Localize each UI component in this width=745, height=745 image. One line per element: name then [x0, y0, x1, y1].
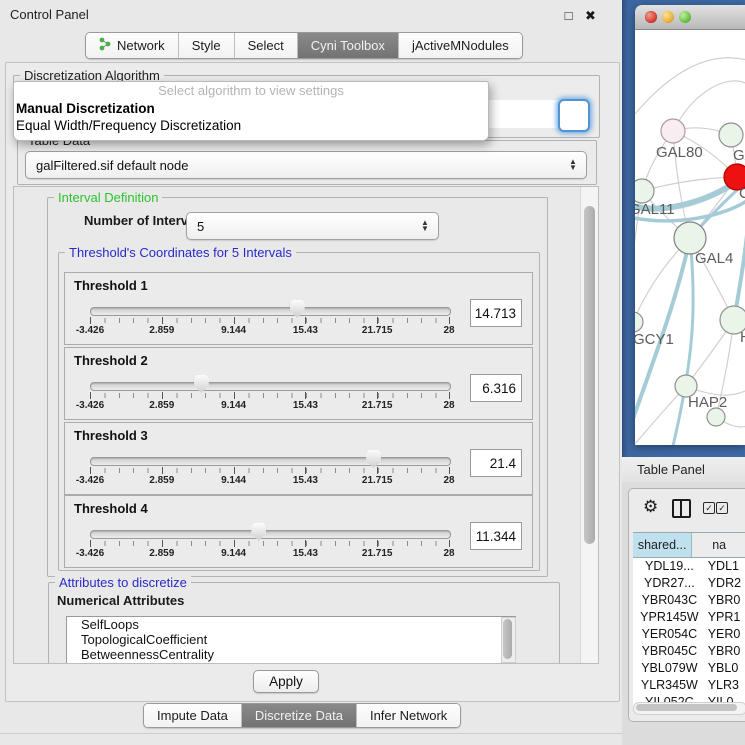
table-row[interactable]: YPR145WYPR1 [633, 609, 745, 626]
close-panel-icon[interactable]: ✖ [584, 9, 597, 22]
number-of-intervals-combo[interactable]: 5 ▲▼ [186, 212, 439, 240]
network-node-GAL11[interactable] [635, 179, 654, 203]
network-window-titlebar[interactable] [635, 5, 745, 30]
threshold-label: Threshold 3 [74, 428, 148, 443]
network-node-label: GAL4 [695, 250, 733, 267]
column-header-shared-name[interactable]: shared... [633, 533, 692, 557]
network-canvas[interactable]: GAL80 GA C GAL11 GAL4 GCY1 H HAP2 [635, 30, 745, 445]
slider-major-ticks [90, 392, 449, 400]
table-panel-title: Table Panel [637, 462, 705, 477]
tab-style[interactable]: Style [179, 33, 235, 58]
threshold-row-4: Threshold 4 -3.4262.8599.14415.4321.71528… [64, 495, 533, 568]
table-browser-panel: ⚙ ✓ ✓ shared... na YDL19...YDL1YDR27...Y… [628, 488, 745, 722]
network-node-GAL80[interactable] [661, 119, 685, 143]
settings-scrollpane: Interval Definition Number of Intervals … [13, 186, 599, 664]
slider-tick-labels: -3.4262.8599.14415.4321.71528 [90, 325, 449, 337]
tab-cyni-toolbox[interactable]: Cyni Toolbox [298, 33, 399, 58]
network-view-window: GAL80 GA C GAL11 GAL4 GCY1 H HAP2 [635, 5, 745, 445]
network-node-label: GCY1 [635, 331, 674, 348]
combo-stepper-icon: ▲▼ [566, 159, 580, 171]
threshold-label: Threshold 4 [74, 501, 148, 516]
tab-infer-network[interactable]: Infer Network [357, 704, 460, 727]
network-node-label: GAL80 [656, 144, 703, 161]
tab-discretize-data[interactable]: Discretize Data [242, 704, 357, 727]
slider-tick-labels: -3.4262.8599.14415.4321.71528 [90, 475, 449, 487]
table-row[interactable]: YBL079WYBL0 [633, 660, 745, 677]
threshold-label: Threshold 1 [74, 278, 148, 293]
numerical-attributes-heading: Numerical Attributes [57, 593, 184, 608]
network-node-label: H [740, 329, 745, 346]
apply-button[interactable]: Apply [253, 670, 319, 693]
interval-definition-title: Interval Definition [54, 190, 162, 205]
threshold-label: Threshold 2 [74, 353, 148, 368]
columns-icon[interactable] [672, 499, 691, 518]
node-table: shared... na YDL19...YDL1YDR27...YDR2YBR… [633, 532, 745, 711]
settings-scrollbar[interactable] [580, 187, 598, 663]
tab-impute-data[interactable]: Impute Data [144, 704, 242, 727]
algorithm-option-equal-width[interactable]: Equal Width/Frequency Discretization [14, 117, 488, 134]
algorithm-popup-hint: Select algorithm to view settings [14, 82, 488, 100]
control-panel-titlebar: Control Panel □ ✖ [0, 0, 622, 28]
numerical-attributes-list[interactable]: SelfLoopsTopologicalCoefficientBetweenne… [66, 616, 516, 664]
threshold-row-1: Threshold 1 -3.4262.8599.14415.4321.71528… [64, 272, 533, 345]
network-node-label: GAL11 [635, 201, 675, 218]
threshold-value-field[interactable]: 14.713 [470, 299, 522, 327]
minimize-window-icon[interactable] [662, 11, 674, 23]
threshold-slider-track[interactable] [90, 457, 451, 466]
slider-tick-labels: -3.4262.8599.14415.4321.71528 [90, 548, 449, 560]
slider-major-ticks [90, 467, 449, 475]
algorithm-dropdown-popup: Select algorithm to view settings Manual… [13, 81, 489, 141]
algorithm-option-manual[interactable]: Manual Discretization [14, 100, 488, 117]
zoom-window-icon[interactable] [679, 11, 691, 23]
bottom-tabbar: Impute Data Discretize Data Infer Networ… [143, 703, 461, 728]
network-icon [99, 37, 112, 54]
table-row[interactable]: YBR043CYBR0 [633, 592, 745, 609]
float-panel-icon[interactable]: □ [562, 9, 575, 22]
table-row[interactable]: YBR045CYBR0 [633, 643, 745, 660]
table-row[interactable]: YER054CYER0 [633, 626, 745, 643]
network-node-GCY1[interactable] [635, 312, 643, 332]
checkbox-icon[interactable]: ✓ [716, 502, 728, 514]
table-row[interactable]: YDR27...YDR2 [633, 575, 745, 592]
attributes-list-scrollbar[interactable] [501, 617, 516, 663]
slider-major-ticks [90, 317, 449, 325]
control-panel-title: Control Panel [10, 7, 89, 22]
threshold-value-field[interactable]: 6.316 [470, 374, 522, 402]
threshold-value-field[interactable]: 21.4 [470, 449, 522, 477]
select-all-checkbox-icon[interactable]: ✓ [703, 502, 715, 514]
combo-stepper-icon: ▲▼ [418, 220, 432, 232]
threshold-slider-track[interactable] [90, 530, 451, 539]
algorithm-combo-focus-ring [558, 99, 590, 132]
table-data-combo[interactable]: galFiltered.sif default node ▲▼ [25, 151, 587, 179]
threshold-slider-track[interactable] [90, 307, 451, 316]
threshold-row-2: Threshold 2 -3.4262.8599.14415.4321.71528… [64, 347, 533, 420]
network-node-GA[interactable] [719, 123, 743, 147]
table-horizontal-scrollbar[interactable] [633, 702, 745, 715]
tab-jactivemnodules[interactable]: jActiveMNodules [399, 33, 522, 58]
column-header-name[interactable]: na [692, 533, 745, 557]
network-node-label: C [739, 185, 745, 202]
screen: Control Panel □ ✖ Network Style Select C… [0, 0, 745, 745]
attribute-list-item[interactable]: TopologicalCoefficient [67, 632, 515, 647]
control-panel-tabbar: Network Style Select Cyni Toolbox jActiv… [85, 32, 523, 59]
tab-select[interactable]: Select [235, 33, 298, 58]
tab-network[interactable]: Network [86, 33, 179, 58]
slider-tick-labels: -3.4262.8599.14415.4321.71528 [90, 400, 449, 412]
attribute-list-item[interactable]: SelfLoops [67, 617, 515, 632]
attribute-list-item[interactable]: BetweennessCentrality [67, 647, 515, 662]
network-node-label: GA [733, 147, 745, 164]
settings-scrollbar-thumb[interactable] [584, 206, 595, 544]
threshold-slider-track[interactable] [90, 382, 451, 391]
slider-major-ticks [90, 540, 449, 548]
gear-icon[interactable]: ⚙ [643, 497, 658, 517]
table-row[interactable]: YLR345WYLR3 [633, 677, 745, 694]
network-node-label: HAP2 [688, 394, 727, 411]
threshold-value-field[interactable]: 11.344 [470, 522, 522, 550]
thresholds-group-title: Threshold's Coordinates for 5 Intervals [65, 245, 296, 260]
table-row[interactable]: YDL19...YDL1 [633, 558, 745, 575]
attributes-group-title: Attributes to discretize [55, 575, 191, 590]
threshold-row-3: Threshold 3 -3.4262.8599.14415.4321.71528… [64, 422, 533, 495]
network-node-unlabeled[interactable] [707, 408, 725, 426]
close-window-icon[interactable] [645, 11, 657, 23]
